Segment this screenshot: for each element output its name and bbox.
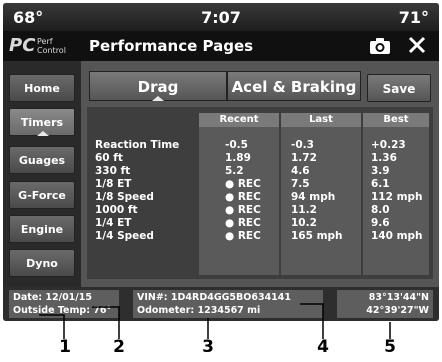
callout-number-4: 4: [317, 337, 329, 357]
callout-number-3: 3: [202, 337, 214, 357]
callout-number-2: 2: [113, 337, 125, 357]
callout-line-1: [39, 314, 65, 339]
callout-lines: [39, 303, 391, 339]
callout-line-4: [300, 303, 324, 339]
callout-number-5: 5: [384, 337, 396, 357]
callout-line-2: [92, 306, 120, 339]
callout-number-1: 1: [59, 337, 71, 357]
